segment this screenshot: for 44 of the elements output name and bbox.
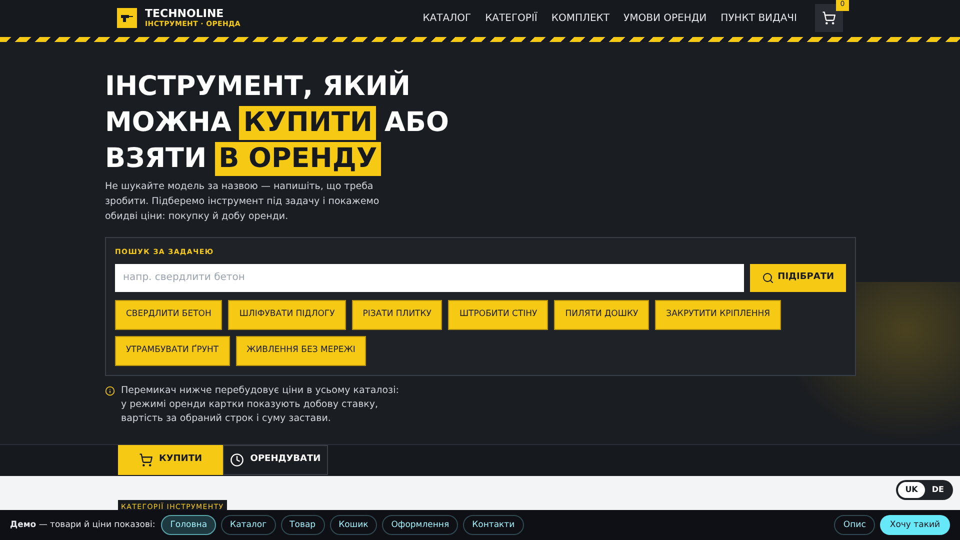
hero-title-text: МОЖНА (105, 106, 232, 140)
search-icon (762, 272, 774, 284)
search-field[interactable]: напр. свердлити бетон (115, 264, 744, 292)
hero-title-text: ІНСТРУМЕНТ, ЯКИЙ (105, 70, 411, 104)
nav-link[interactable]: УМОВИ ОРЕНДИ (624, 10, 707, 26)
cart-icon (138, 453, 153, 467)
nav-link[interactable]: КАТАЛОГ (422, 10, 472, 26)
mode-tab[interactable]: КУПИТИ (118, 445, 223, 475)
task-chip[interactable]: ШТРОБИТИ СТІНУ (448, 300, 548, 330)
demo-page-link[interactable]: Контакти (463, 515, 524, 535)
task-chip[interactable]: УТРАМБУВАТИ ҐРУНТ (115, 336, 230, 366)
language-option[interactable]: UK (898, 482, 925, 498)
demo-page-link[interactable]: Товар (280, 515, 325, 535)
hero-lead: Не шукайте модель за назвою — напишіть, що треба зробити. Підберемо інструмент під задачу і покажемо обидві ціни: покупку й добу оренди. (105, 180, 380, 224)
info-icon (105, 386, 115, 396)
nav-link[interactable]: КОМПЛЕКТ (551, 10, 610, 26)
task-chip[interactable]: ЖИВЛЕННЯ БЕЗ МЕРЕЖІ (236, 336, 366, 366)
cart-button[interactable] (815, 4, 843, 32)
search-button[interactable]: ПІДІБРАТИ (750, 264, 846, 292)
hero-title-text: АБО (384, 106, 449, 140)
demo-page-link[interactable]: Головна (161, 515, 216, 535)
hero-title-text: КУПИТИ (239, 106, 376, 140)
language-option[interactable]: DE (924, 482, 951, 498)
task-chip[interactable]: ШЛІФУВАТИ ПІДЛОГУ (228, 300, 346, 330)
brand-name: TECHNOLINE (145, 8, 225, 19)
mode-note: Перемикач нижче перебудовує ціни в усьому каталозі: у режимі оренди картки показують добову ставку, вартість за обраний строк і суму застави. (121, 384, 400, 426)
task-chip[interactable]: ЗАКРУТИТИ КРІПЛЕННЯ (655, 300, 782, 330)
nav-link[interactable]: КАТЕГОРІЇ (485, 10, 538, 26)
hero-title-text: ВЗЯТИ (105, 142, 207, 176)
cta-button[interactable]: Хочу такий (880, 515, 950, 535)
cart-icon (822, 11, 836, 25)
demo-page-link[interactable]: Каталог (221, 515, 276, 535)
mode-tab[interactable]: ОРЕНДУВАТИ (223, 445, 328, 475)
task-chip[interactable]: ПИЛЯТИ ДОШКУ (554, 300, 650, 330)
clock-icon (230, 453, 244, 467)
demo-page-link[interactable]: Кошик (330, 515, 378, 535)
task-chip[interactable]: РІЗАТИ ПЛИТКУ (352, 300, 442, 330)
about-button[interactable]: Опис (834, 515, 875, 535)
nav-link[interactable]: ПУНКТ ВИДАЧІ (720, 10, 797, 26)
demo-text: Демо — товари й ціни показові: (10, 518, 156, 532)
logo-icon (117, 8, 137, 28)
task-chip[interactable]: СВЕРДЛИТИ БЕТОН (115, 300, 222, 330)
hero-title-text: В ОРЕНДУ (214, 142, 382, 176)
demo-page-link[interactable]: Оформлення (382, 515, 458, 535)
